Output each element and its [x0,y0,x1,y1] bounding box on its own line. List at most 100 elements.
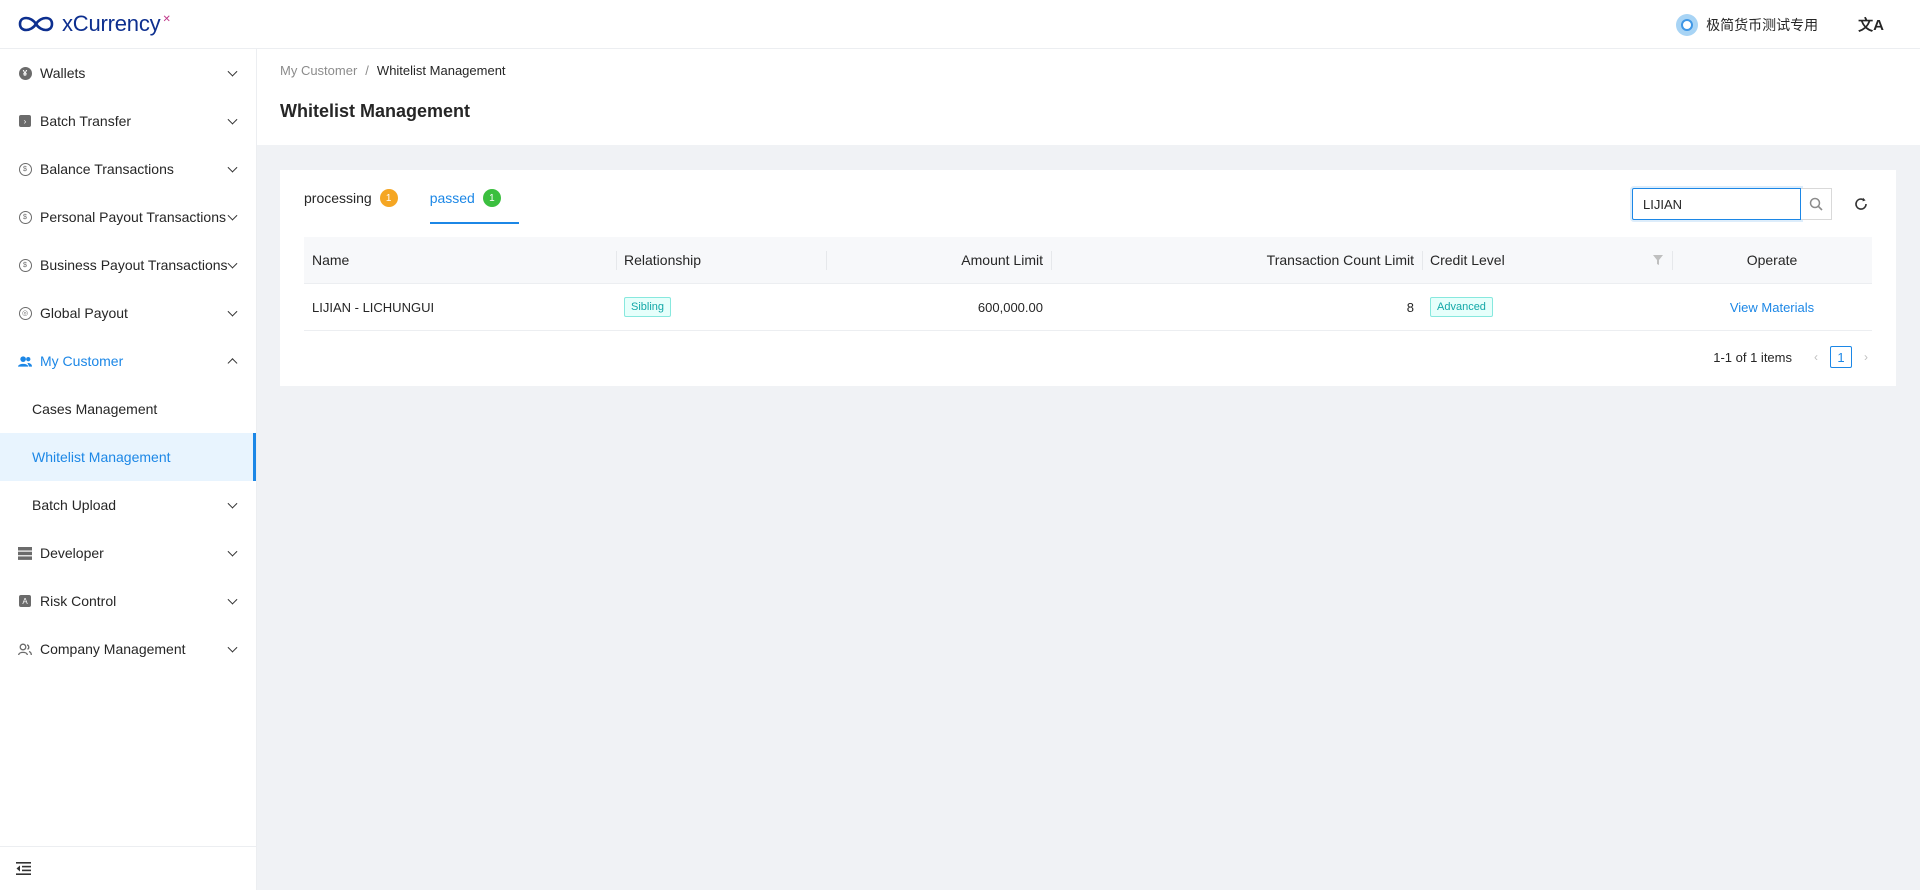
chevron-down-icon [227,306,238,317]
prev-page-icon[interactable]: ‹ [1810,347,1822,367]
breadcrumb-parent[interactable]: My Customer [280,63,357,78]
sidebar-item-label: Balance Transactions [40,161,174,177]
credit-level-tag: Advanced [1430,297,1493,317]
user-name[interactable]: 极简货币测试专用 [1706,15,1818,35]
cell-amount-limit: 600,000.00 [977,299,1043,315]
sidebar-item-developer[interactable]: Developer [0,529,256,577]
logo-text: xCurrency [62,11,161,36]
status-tabs: processing 1 passed 1 [304,188,533,224]
sidebar-item-label: Global Payout [40,305,128,321]
table-header: Name Relationship Amount Limit Transacti… [304,237,1872,284]
sidebar-item-global-payout[interactable]: ◎ Global Payout [0,289,256,337]
search-button[interactable] [1801,188,1832,220]
pagination: 1-1 of 1 items ‹ 1 › [1713,346,1872,368]
avatar[interactable] [1676,13,1699,36]
cell-name: LIJIAN - LICHUNGUI [312,299,435,315]
tab-label: passed [429,190,475,206]
sidebar-item-label: Cases Management [32,401,158,417]
search-box [1632,188,1832,220]
tab-passed[interactable]: passed 1 [429,188,520,224]
sidebar-item-my-customer[interactable]: My Customer [0,337,256,385]
wallet-icon: ¥ [18,66,32,80]
customer-icon [18,354,32,368]
sidebar-item-label: Batch Upload [32,497,117,513]
whitelist-card: processing 1 passed 1 Name Relationship … [280,170,1896,386]
sidebar-item-label: Batch Transfer [40,113,132,129]
cell-tx-count-limit: 8 [1406,299,1414,315]
sidebar: ¥ Wallets › Batch Transfer $ Balance Tra… [0,49,257,890]
sidebar-item-label: Company Management [40,641,186,657]
top-header: xCurrency ✕ 极简货币测试专用 文A [0,0,1920,49]
breadcrumb: My Customer / Whitelist Management [280,63,506,78]
column-header-label: Credit Level [1430,252,1505,268]
cell-relationship: Sibling [616,284,826,331]
chevron-down-icon [227,162,238,173]
chevron-down-icon [227,258,238,269]
column-header-tx-count-limit: Transaction Count Limit [1051,237,1422,284]
page-header: My Customer / Whitelist Management Whiteli… [257,49,1920,145]
company-icon [18,642,32,656]
batch-transfer-icon: › [18,114,32,128]
sidebar-item-wallets[interactable]: ¥ Wallets [0,49,256,97]
column-header-relationship: Relationship [616,237,826,284]
sidebar-item-balance-transactions[interactable]: $ Balance Transactions [0,145,256,193]
sidebar-item-label: Business Payout Transactions [40,257,228,273]
tab-label: processing [304,190,372,206]
sidebar-item-label: Whitelist Management [32,449,171,465]
sidebar-item-label: Developer [40,545,104,561]
chevron-up-icon [227,358,238,369]
cell-credit-level: Advanced [1422,284,1672,331]
refresh-icon [1855,197,1867,210]
chevron-down-icon [227,66,238,77]
refresh-button[interactable] [1850,193,1872,215]
sidebar-item-label: Personal Payout Transactions [40,209,226,225]
sidebar-item-risk-control[interactable]: A Risk Control [0,577,256,625]
filter-icon[interactable] [1652,254,1664,266]
chevron-down-icon [227,594,238,605]
sidebar-item-personal-payout[interactable]: $ Personal Payout Transactions [0,193,256,241]
cell-operate: View Materials [1672,284,1872,331]
breadcrumb-separator: / [365,63,369,78]
table-row: LIJIAN - LICHUNGUI Sibling 600,000.00 8 … [304,284,1872,331]
collapse-menu-icon[interactable] [16,862,31,875]
sidebar-item-cases-management[interactable]: Cases Management [0,385,256,433]
chevron-down-icon [227,210,238,221]
business-payout-icon: $ [18,258,32,272]
risk-control-icon: A [18,594,32,608]
chevron-down-icon [227,498,238,509]
global-payout-icon: ◎ [18,306,32,320]
page-number-button[interactable]: 1 [1830,346,1852,368]
app-logo[interactable]: xCurrency ✕ [16,11,171,37]
column-header-amount-limit: Amount Limit [826,237,1051,284]
whitelist-table: Name Relationship Amount Limit Transacti… [304,237,1872,331]
page-title: Whitelist Management [280,101,471,121]
sidebar-item-batch-upload[interactable]: Batch Upload [0,481,256,529]
chevron-down-icon [227,642,238,653]
pagination-total: 1-1 of 1 items [1713,349,1792,365]
column-header-credit-level: Credit Level [1422,237,1672,284]
sidebar-footer [0,846,256,890]
sidebar-item-business-payout[interactable]: $ Business Payout Transactions [0,241,256,289]
relationship-tag: Sibling [624,297,672,317]
sidebar-item-batch-transfer[interactable]: › Batch Transfer [0,97,256,145]
sidebar-item-company-management[interactable]: Company Management [0,625,256,673]
sidebar-item-whitelist-management[interactable]: Whitelist Management [0,433,256,481]
count-badge: 1 [379,189,398,207]
count-badge: 1 [482,189,501,207]
search-icon [1809,197,1823,211]
next-page-icon[interactable]: › [1860,347,1872,367]
column-header-name: Name [312,252,350,268]
sidebar-item-label: My Customer [40,353,124,369]
infinity-logo-icon [18,16,54,32]
sidebar-item-label: Wallets [40,65,86,81]
column-header-operate: Operate [1672,237,1872,284]
sidebar-item-label: Risk Control [40,593,117,609]
chevron-down-icon [227,546,238,557]
search-input[interactable] [1632,188,1801,220]
tab-processing[interactable]: processing 1 [304,188,398,224]
developer-icon [18,546,32,560]
language-icon[interactable]: 文A [1858,14,1884,35]
logo-mark: ✕ [162,13,171,25]
personal-payout-icon: $ [18,210,32,224]
view-materials-link[interactable]: View Materials [1730,300,1814,315]
